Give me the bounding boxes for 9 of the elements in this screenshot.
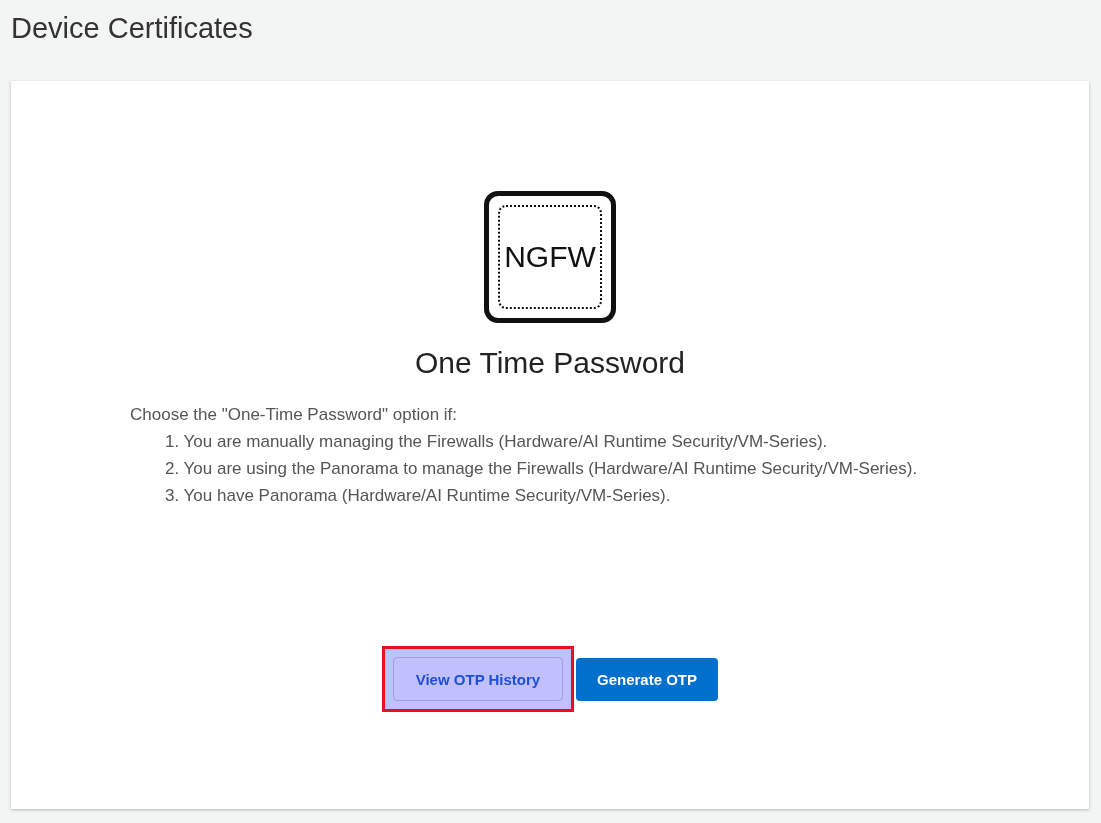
card-heading: One Time Password (414, 345, 686, 381)
generate-button[interactable]: Generate OTP (575, 657, 718, 701)
intro-text: Choose the "One-Time Password" option if: (130, 404, 459, 426)
condition-item: 3. You have Panorama (Hardware/AI Runtime Security/VM-Series). (165, 485, 672, 507)
condition-item: 2. You are using the Panorama to manage the Firewalls (Hardware/AI Runtime Security/VM-Series). (165, 458, 919, 480)
history-button[interactable]: View OTP History (392, 657, 563, 701)
page-title: Device Certificates (11, 11, 253, 46)
condition-item: 1. You are manually managing the Firewalls (Hardware/AI Runtime Security/VM-Series). (165, 431, 829, 453)
device-label: NGFW (504, 240, 596, 274)
